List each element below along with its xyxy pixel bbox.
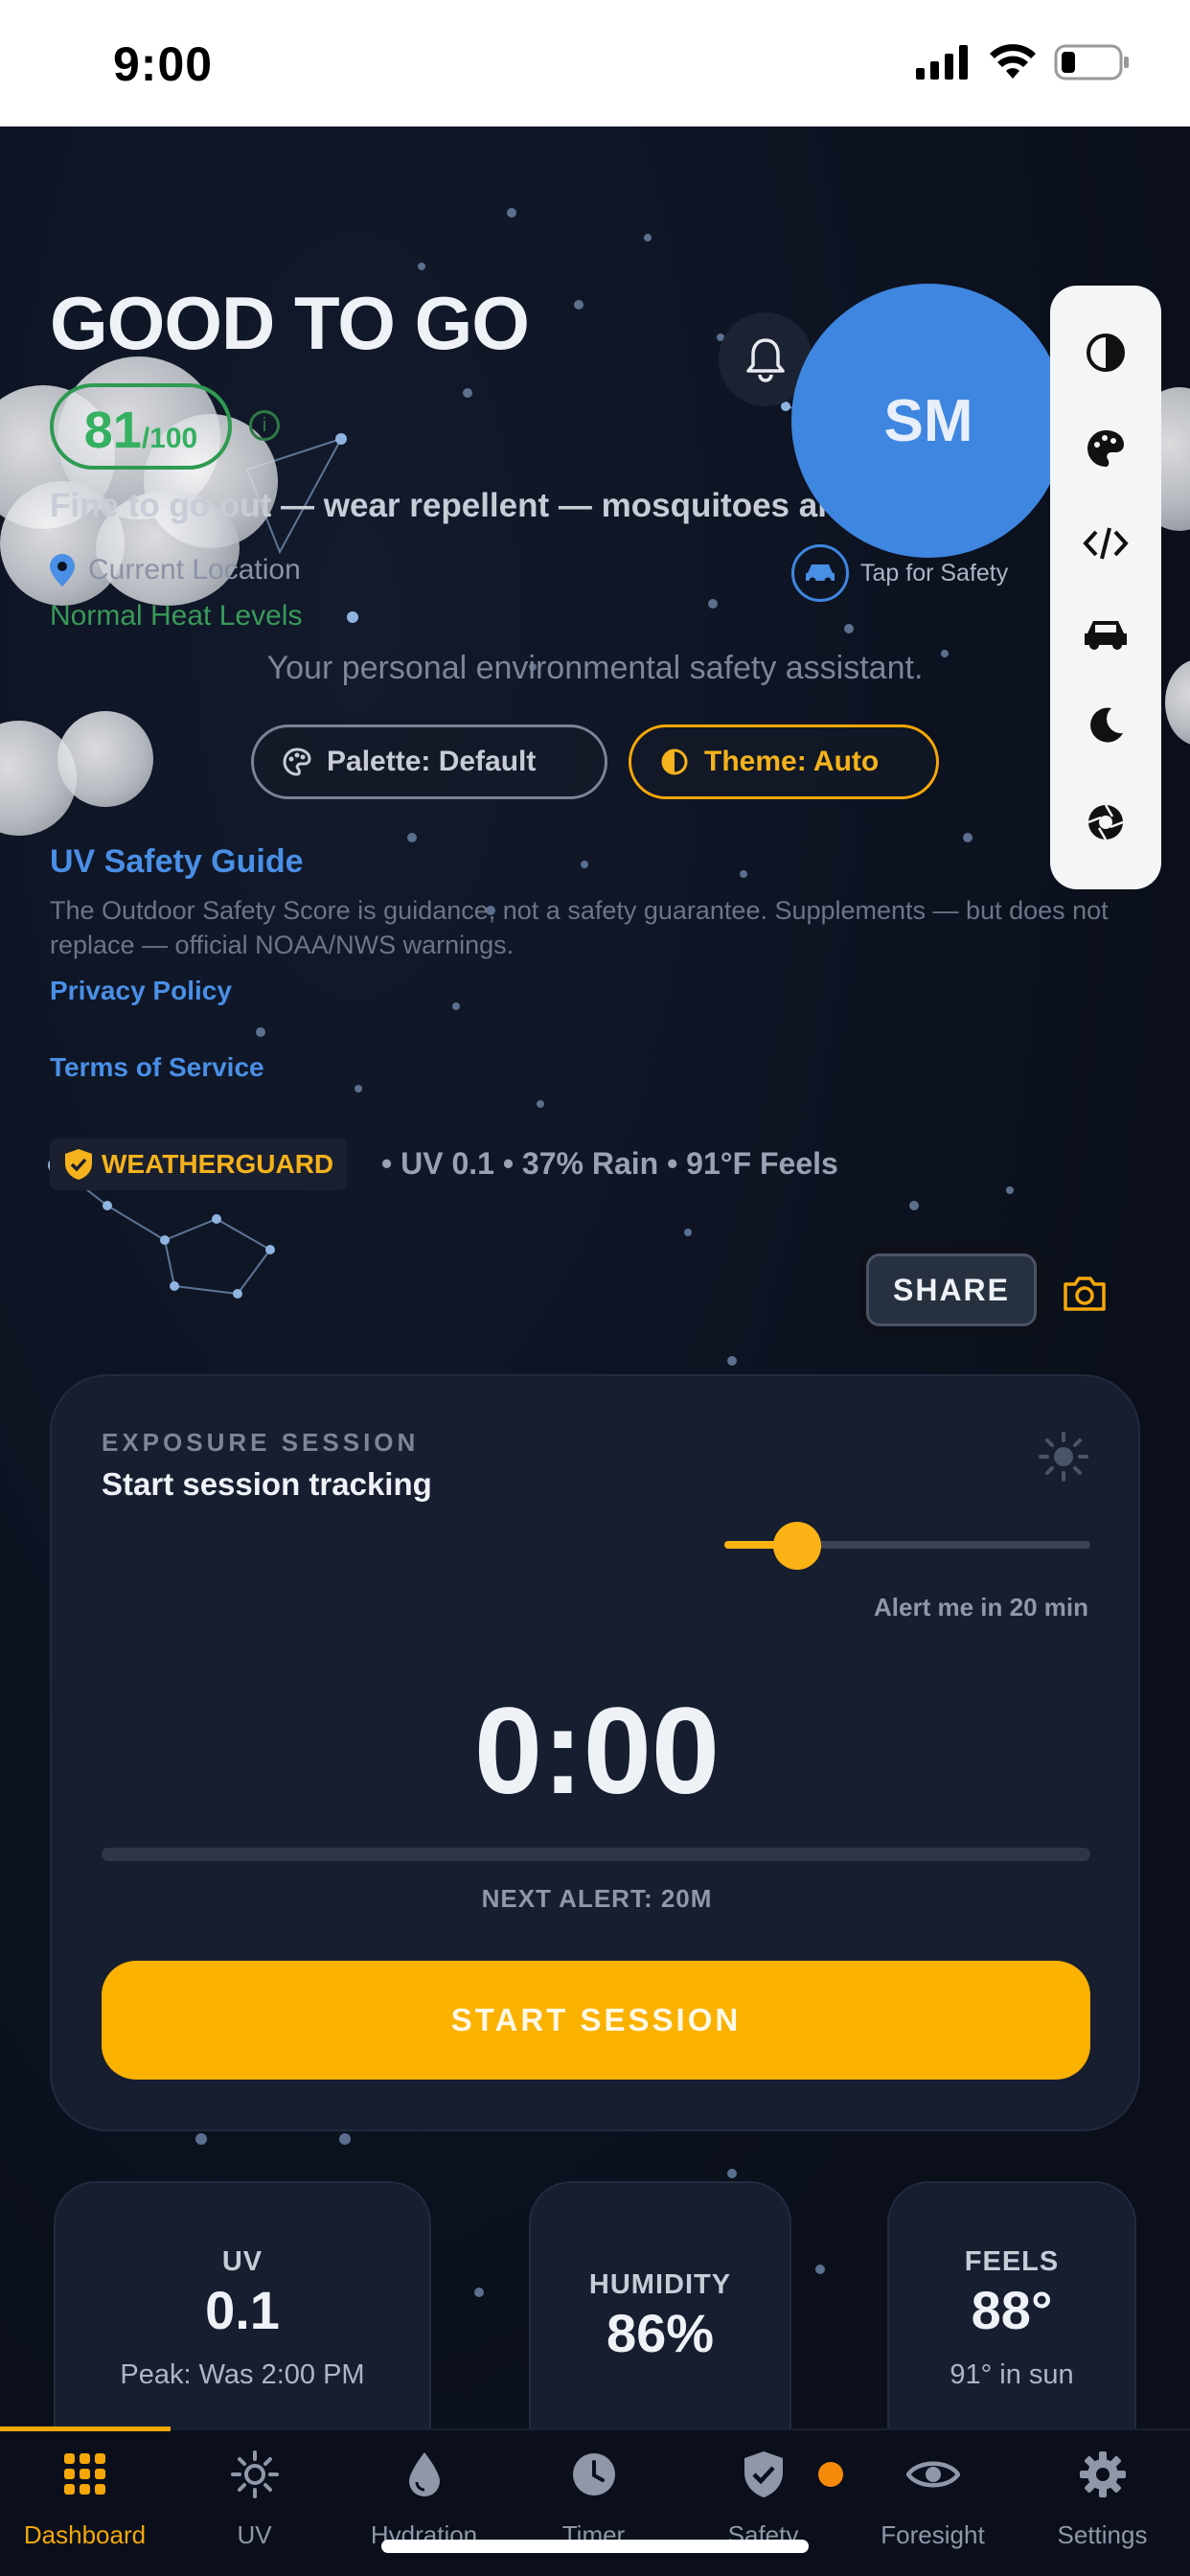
tab-dashboard[interactable]: Dashboard — [0, 2442, 170, 2550]
tab-label: Settings — [1057, 2520, 1148, 2549]
theme-button[interactable]: Theme: Auto — [629, 724, 939, 799]
card-title: Start session tracking — [102, 1466, 432, 1502]
uv-safety-guide-link[interactable]: UV Safety Guide — [50, 843, 304, 881]
tool-rail — [1050, 286, 1161, 889]
palette-button[interactable]: Palette: Default — [251, 724, 607, 799]
theme-label: Theme: Auto — [704, 746, 880, 777]
bell-icon — [746, 338, 785, 382]
tab-foresight[interactable]: Foresight — [848, 2442, 1018, 2550]
feels-like-metric-tile[interactable]: FEELS 88° 91° in sun — [887, 2181, 1136, 2469]
info-icon[interactable]: i — [249, 410, 280, 441]
tab-label: Dashboard — [23, 2520, 147, 2549]
session-progress-bar — [102, 1848, 1090, 1861]
gear-icon — [1079, 2451, 1126, 2497]
safety-notification-dot — [818, 2462, 843, 2487]
share-button[interactable]: SHARE — [866, 1254, 1037, 1326]
safety-headline: GOOD TO GO — [50, 281, 530, 365]
car-icon — [791, 544, 849, 602]
camera-icon — [1064, 1276, 1106, 1311]
tap-for-safety[interactable]: Tap for Safety — [791, 544, 1008, 602]
palette-label: Palette: Default — [327, 746, 537, 777]
code-icon[interactable] — [1083, 524, 1129, 563]
status-icons — [916, 44, 1131, 80]
car-icon[interactable] — [1082, 616, 1130, 651]
privacy-policy-link[interactable]: Privacy Policy — [50, 976, 232, 1006]
exposure-session-card: EXPOSURE SESSION Start session tracking … — [50, 1374, 1140, 2131]
tile-value: 88° — [971, 2280, 1053, 2340]
eye-icon — [905, 2461, 960, 2488]
location-row[interactable]: Current Location — [50, 554, 301, 586]
safety-hint: Tap for Safety — [860, 559, 1009, 586]
app-screen: GOOD TO GO 81 /100 i Fine to go out — we… — [0, 126, 1190, 2576]
home-indicator — [381, 2540, 809, 2553]
sun-icon — [1039, 1432, 1088, 1482]
tile-label: UV — [221, 2246, 263, 2277]
tab-timer[interactable]: Timer — [509, 2442, 678, 2550]
safety-score-max: /100 — [141, 423, 198, 454]
tab-settings[interactable]: Settings — [1018, 2442, 1187, 2550]
shield-icon — [744, 2451, 783, 2497]
status-time: 9:00 — [113, 37, 214, 91]
tab-hydration[interactable]: Hydration — [339, 2442, 509, 2550]
half-circle-icon — [661, 748, 688, 775]
weather-stats: • UV 0.1 • 37% Rain • 91°F Feels — [381, 1146, 838, 1181]
tab-safety[interactable]: Safety — [678, 2442, 848, 2550]
drop-icon — [408, 2452, 440, 2496]
cloud-decoration — [57, 711, 153, 807]
humidity-metric-tile[interactable]: HUMIDITY 86% — [529, 2181, 791, 2469]
camera-button[interactable] — [1062, 1275, 1108, 1318]
weatherguard-label: WEATHERGUARD — [102, 1149, 334, 1179]
shield-check-icon — [65, 1149, 92, 1180]
tile-label: HUMIDITY — [588, 2269, 732, 2300]
aperture-icon[interactable] — [1085, 801, 1127, 843]
tile-value: 86% — [606, 2303, 715, 2363]
terms-of-service-link[interactable]: Terms of Service — [50, 1052, 264, 1083]
grid-icon — [63, 2453, 105, 2495]
tab-label: Foresight — [881, 2520, 985, 2549]
uv-metric-tile[interactable]: UV 0.1 Peak: Was 2:00 PM — [54, 2181, 431, 2469]
start-session-button[interactable]: START SESSION — [102, 1961, 1090, 2080]
safety-score-value: 81 — [83, 402, 142, 459]
wifi-icon — [990, 44, 1036, 79]
tile-value: 0.1 — [205, 2280, 280, 2340]
safety-summary: Fine to go out — wear repellent — mosqui… — [50, 487, 921, 524]
signal-icon — [916, 45, 968, 80]
session-timer: 0:00 — [473, 1683, 721, 1820]
tile-label: FEELS — [964, 2246, 1060, 2277]
alert-slider-thumb[interactable] — [773, 1522, 821, 1570]
location-pin-icon — [50, 554, 75, 586]
disclaimer-text: The Outdoor Safety Score is guidance, no… — [50, 896, 1109, 959]
status-bar: 9:00 — [0, 0, 1190, 126]
tab-uv[interactable]: UV — [170, 2442, 339, 2550]
active-tab-indicator — [0, 2426, 171, 2431]
next-alert-label: NEXT ALERT: 20M — [481, 1884, 713, 1913]
app-tagline: Your personal environmental safety assis… — [266, 650, 924, 686]
alert-interval-label: Alert me in 20 min — [874, 1593, 1088, 1622]
tile-subtext: Peak: Was 2:00 PM — [120, 2359, 365, 2390]
location-label: Current Location — [88, 554, 301, 586]
profile-avatar[interactable]: SM — [791, 284, 1065, 558]
tile-subtext: 91° in sun — [950, 2359, 1074, 2390]
contrast-icon[interactable] — [1085, 332, 1127, 374]
safety-score-pill[interactable]: 81 /100 — [50, 383, 232, 470]
weatherguard-badge: WEATHERGUARD — [50, 1138, 348, 1190]
heat-status: Normal Heat Levels — [50, 600, 303, 632]
palette-icon[interactable] — [1085, 427, 1127, 470]
moon-icon[interactable] — [1085, 704, 1127, 747]
sun-icon — [230, 2450, 279, 2498]
tab-label: UV — [237, 2520, 272, 2549]
battery-icon — [1054, 44, 1129, 80]
card-eyebrow: EXPOSURE SESSION — [102, 1428, 420, 1457]
palette-icon — [283, 748, 311, 776]
clock-icon — [572, 2453, 615, 2496]
